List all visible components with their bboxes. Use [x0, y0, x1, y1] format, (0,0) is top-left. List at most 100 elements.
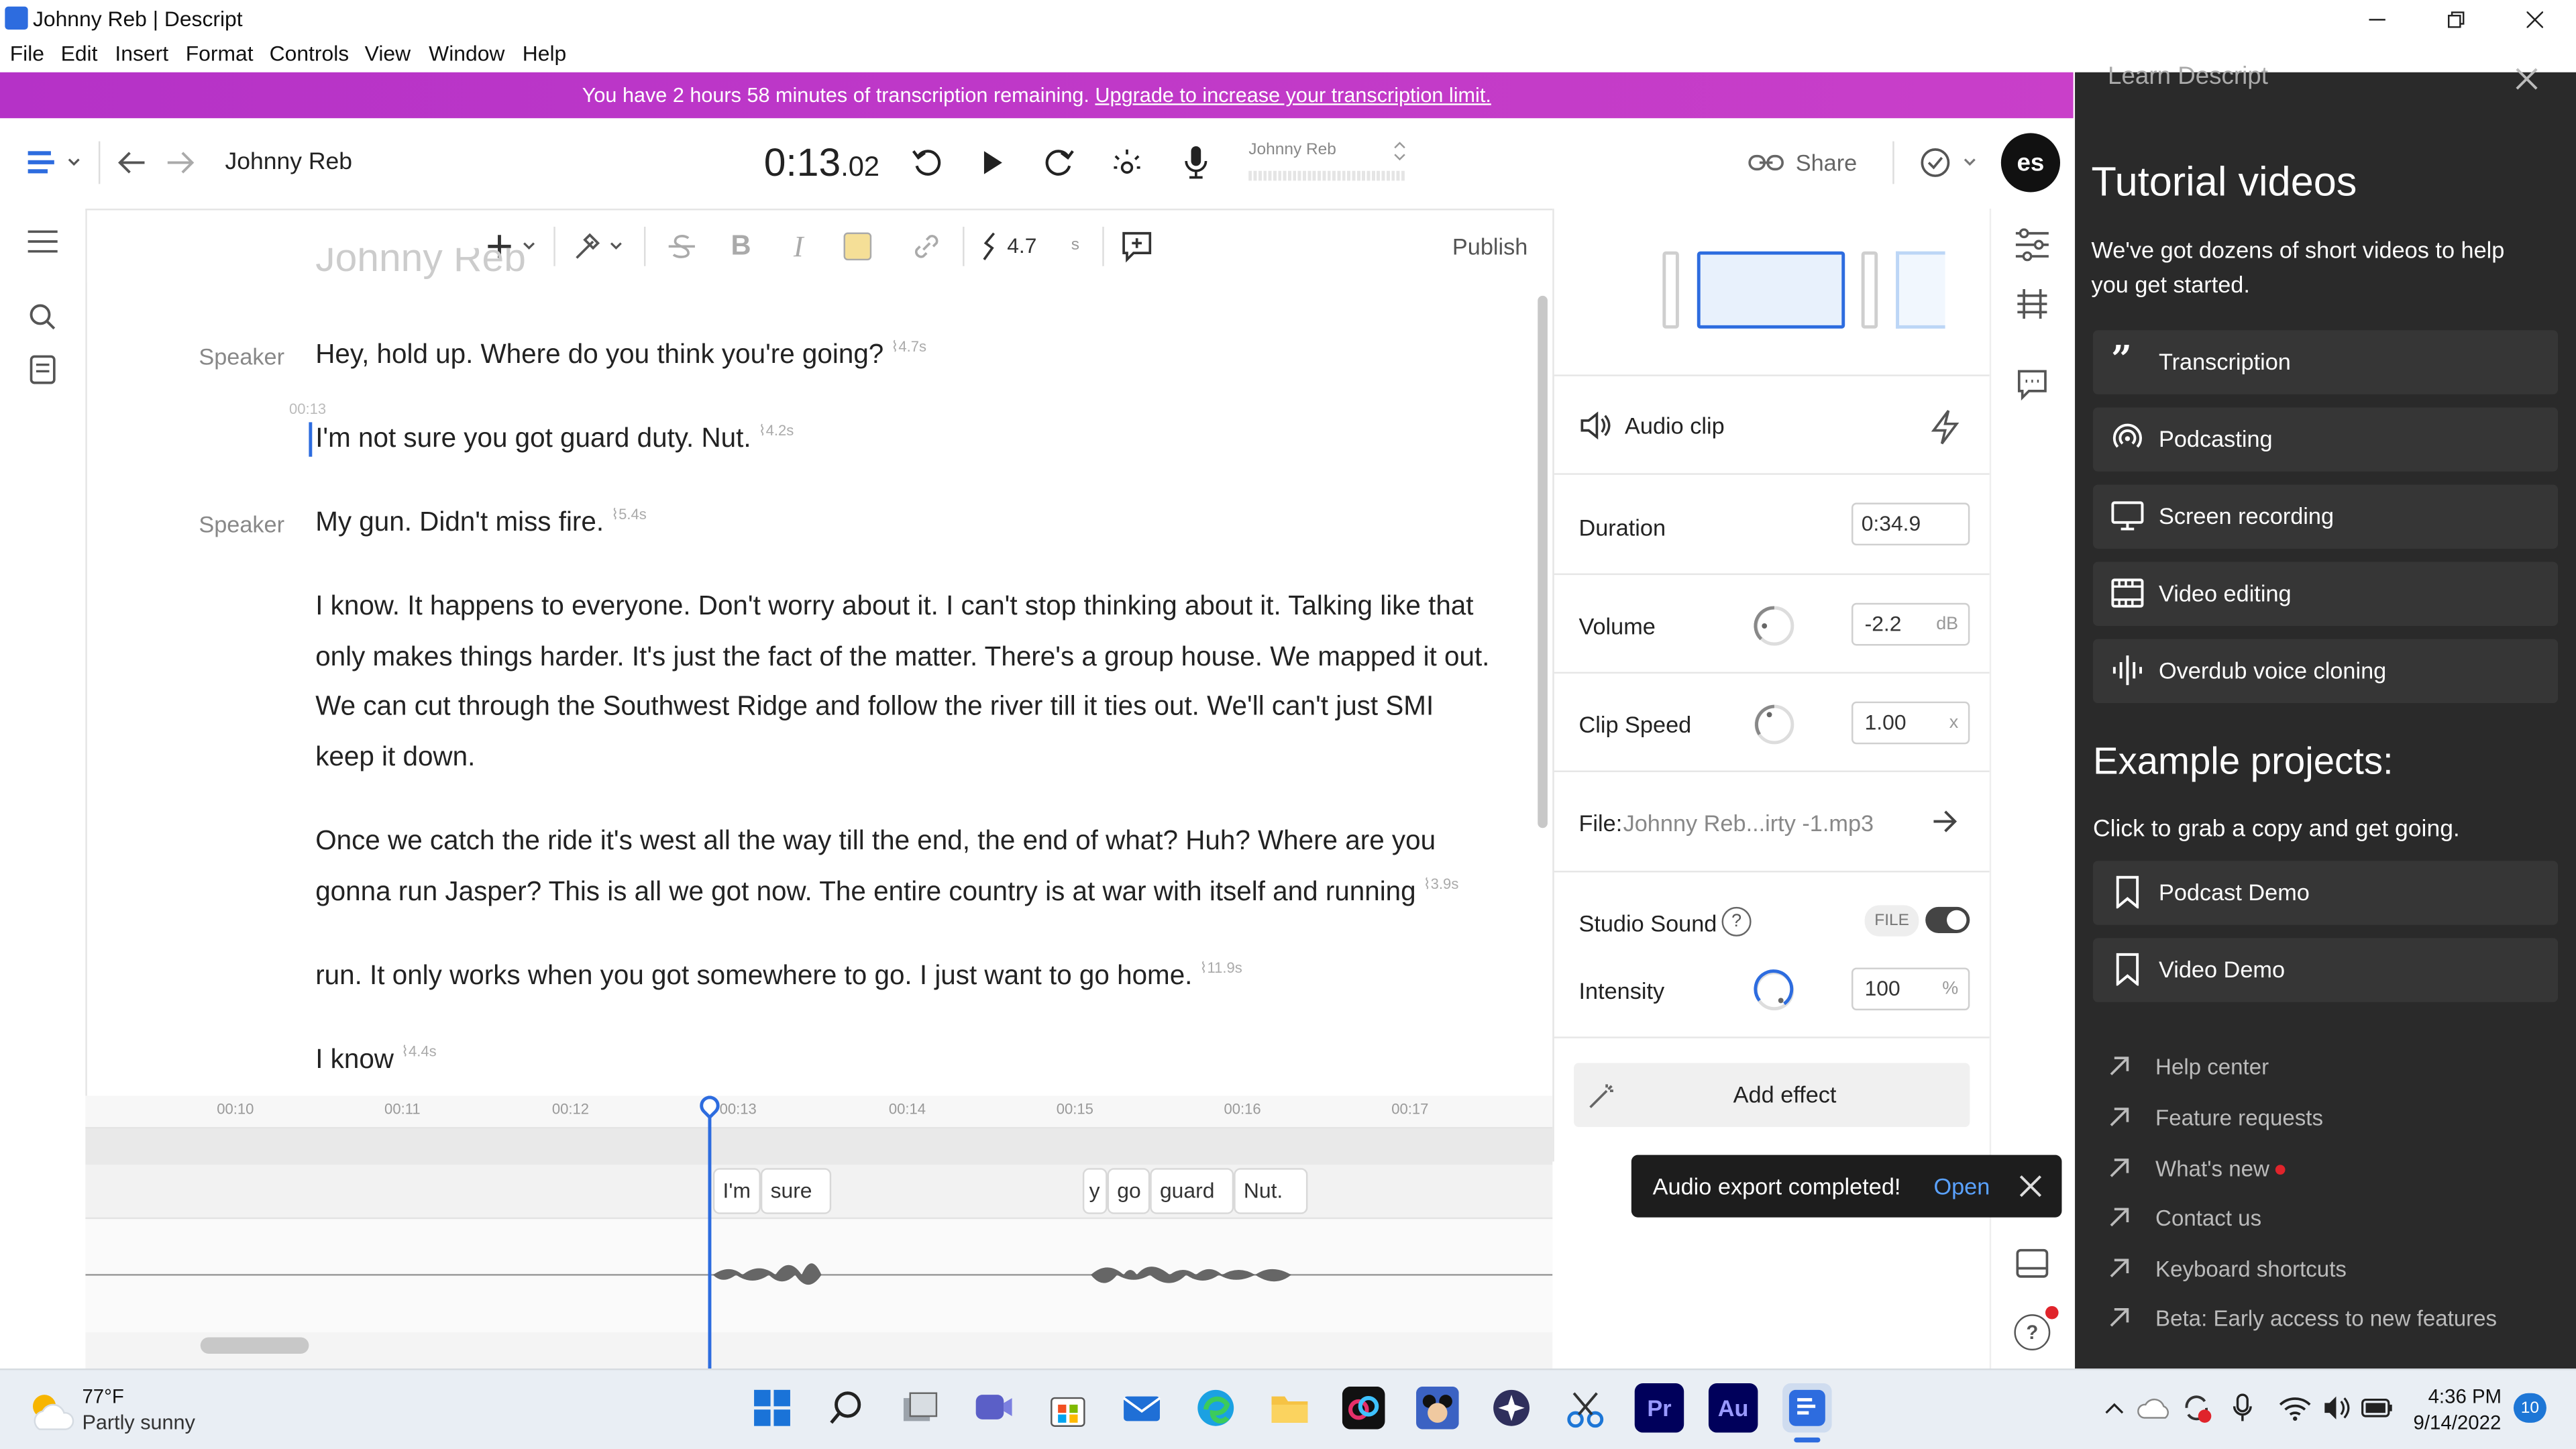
preview-frame-active[interactable] — [1697, 251, 1845, 329]
properties-icon[interactable] — [2012, 225, 2052, 265]
gap-icon[interactable] — [977, 227, 1000, 266]
timeline-word[interactable]: sure — [760, 1168, 832, 1214]
transcript-paragraph[interactable]: Hey, hold up. Where do you think you're … — [315, 330, 1498, 384]
comments-icon[interactable] — [2012, 365, 2052, 405]
help-icon[interactable]: ? — [2014, 1314, 2051, 1351]
rewind-icon[interactable] — [907, 143, 947, 182]
toast-open-link[interactable]: Open — [1933, 1173, 1990, 1199]
paragraph-text[interactable]: My gun. Didn't miss fire. — [315, 508, 604, 537]
disney-icon[interactable] — [1413, 1383, 1462, 1432]
studio-sound-toggle[interactable] — [1925, 906, 1970, 934]
script-editor[interactable]: B I 4.7 s Publish Johnny Reb Speaker Hey… — [85, 209, 1553, 1096]
descript-menu-icon[interactable] — [19, 143, 85, 182]
paragraph-text[interactable]: I know — [315, 1045, 394, 1075]
comment-add-icon[interactable] — [1117, 227, 1157, 266]
gap-value[interactable]: 4.7 — [1007, 233, 1036, 258]
publish-button[interactable]: Publish — [1452, 233, 1527, 260]
sync-icon[interactable] — [2178, 1390, 2214, 1426]
tutorial-item-podcasting[interactable]: Podcasting — [2093, 407, 2559, 472]
tray-mic-icon[interactable] — [2228, 1390, 2257, 1426]
link-whats-new[interactable]: What's new — [2108, 1157, 2286, 1181]
smart-tools-icon[interactable] — [1108, 143, 1147, 182]
clock-date[interactable]: 9/14/2022 — [2414, 1411, 2502, 1434]
add-effect-button[interactable]: Add effect — [1574, 1063, 1970, 1128]
paragraph-text[interactable]: I know. It happens to everyone. Don't wo… — [315, 592, 1489, 773]
status-check-icon[interactable] — [1916, 143, 1982, 182]
gap-marker[interactable]: ⌇5.4s — [611, 506, 646, 522]
timeline-word[interactable]: Nut. — [1234, 1168, 1308, 1214]
back-arrow-icon[interactable] — [112, 143, 152, 182]
gap-marker[interactable]: ⌇11.9s — [1200, 959, 1242, 975]
playhead[interactable] — [708, 1095, 712, 1369]
panel-toggle-icon[interactable] — [2012, 1244, 2052, 1283]
file-explorer-icon[interactable] — [1265, 1383, 1314, 1432]
close-icon[interactable] — [2019, 1175, 2042, 1197]
share-button[interactable]: Share — [1745, 146, 1876, 182]
paragraph-text[interactable]: I'm not sure you got guard duty. Nut. — [315, 424, 751, 453]
volume-knob[interactable] — [1752, 603, 1798, 649]
transcript-paragraph[interactable]: I know ⌇4.4s — [315, 1035, 1498, 1089]
intensity-knob[interactable] — [1752, 967, 1798, 1014]
minimize-icon[interactable] — [2353, 0, 2402, 40]
gap-marker[interactable]: ⌇4.4s — [401, 1043, 436, 1059]
task-view-icon[interactable] — [896, 1383, 945, 1432]
play-icon[interactable] — [973, 143, 1012, 182]
clock-time[interactable]: 4:36 PM — [2428, 1385, 2502, 1407]
start-icon[interactable] — [747, 1383, 796, 1432]
menu-window[interactable]: Window — [429, 41, 504, 66]
menu-format[interactable]: Format — [186, 41, 254, 66]
lightning-icon[interactable] — [1929, 409, 1962, 445]
speaker-select[interactable]: Johnny Reb — [1248, 138, 1409, 187]
project-title[interactable]: Johnny Reb — [225, 150, 353, 176]
weather-widget[interactable]: 77°F Partly sunny — [26, 1383, 223, 1439]
battery-icon[interactable] — [2359, 1390, 2396, 1426]
wand-icon[interactable] — [568, 227, 627, 266]
link-help-center[interactable]: Help center — [2108, 1055, 2269, 1079]
example-video-demo[interactable]: Video Demo — [2093, 938, 2559, 1002]
notification-badge[interactable]: 10 — [2513, 1393, 2546, 1423]
wifi-icon[interactable] — [2277, 1390, 2313, 1426]
timeline-word[interactable]: go — [1107, 1168, 1151, 1214]
intensity-field[interactable]: 100% — [1851, 967, 1970, 1011]
audition-icon[interactable]: Au — [1708, 1383, 1758, 1433]
audio-track[interactable] — [85, 1217, 1553, 1333]
link-beta[interactable]: Beta: Early access to new features — [2108, 1306, 2497, 1331]
help-circle-icon[interactable]: ? — [1721, 906, 1752, 936]
restore-icon[interactable] — [2431, 0, 2480, 40]
gap-marker[interactable]: ⌇4.2s — [759, 422, 794, 438]
strikethrough-icon[interactable] — [662, 227, 702, 266]
volume-field[interactable]: -2.2 dB — [1851, 602, 1970, 646]
forward-arrow-icon[interactable] — [161, 143, 201, 182]
teams-icon[interactable] — [969, 1383, 1018, 1432]
edge-icon[interactable] — [1191, 1383, 1240, 1432]
paragraph-text[interactable]: Once we catch the ride it's west all the… — [315, 826, 1436, 906]
menu-view[interactable]: View — [365, 41, 411, 66]
tutorial-item-transcription[interactable]: ” Transcription — [2093, 330, 2559, 394]
example-podcast-demo[interactable]: Podcast Demo — [2093, 861, 2559, 925]
timeline-word[interactable]: I'm — [712, 1168, 761, 1214]
premiere-icon[interactable]: Pr — [1634, 1383, 1684, 1433]
transcript-paragraph[interactable]: run. It only works when you got somewher… — [315, 951, 1498, 1005]
menu-file[interactable]: File — [10, 41, 44, 66]
editor-scrollbar[interactable] — [1538, 295, 1548, 828]
speaker-label[interactable]: Speaker — [199, 511, 284, 537]
mail-icon[interactable] — [1117, 1383, 1166, 1432]
arrow-right-icon[interactable] — [1932, 810, 1958, 833]
link-contact-us[interactable]: Contact us — [2108, 1206, 2261, 1230]
forward-icon[interactable] — [1040, 143, 1079, 182]
store-icon[interactable] — [1043, 1383, 1092, 1432]
transcript-paragraph[interactable]: I know. It happens to everyone. Don't wo… — [315, 582, 1498, 784]
hamburger-icon[interactable] — [23, 222, 62, 262]
microphone-icon[interactable] — [1176, 143, 1216, 182]
speed-field[interactable]: 1.00 x — [1851, 701, 1970, 745]
bold-icon[interactable]: B — [721, 227, 761, 266]
paragraph-text[interactable]: Hey, hold up. Where do you think you're … — [315, 340, 883, 370]
menu-controls[interactable]: Controls — [270, 41, 350, 66]
speaker-label[interactable]: Speaker — [199, 343, 284, 370]
search-icon[interactable] — [23, 297, 62, 337]
descript-taskbar-icon[interactable] — [1782, 1383, 1832, 1433]
link-icon[interactable] — [907, 227, 947, 266]
file-row[interactable]: File: Johnny Reb...irty -1.mp3 — [1554, 770, 1990, 871]
timeline-word[interactable]: y — [1082, 1168, 1107, 1214]
horizontal-scrollbar[interactable] — [200, 1337, 309, 1354]
